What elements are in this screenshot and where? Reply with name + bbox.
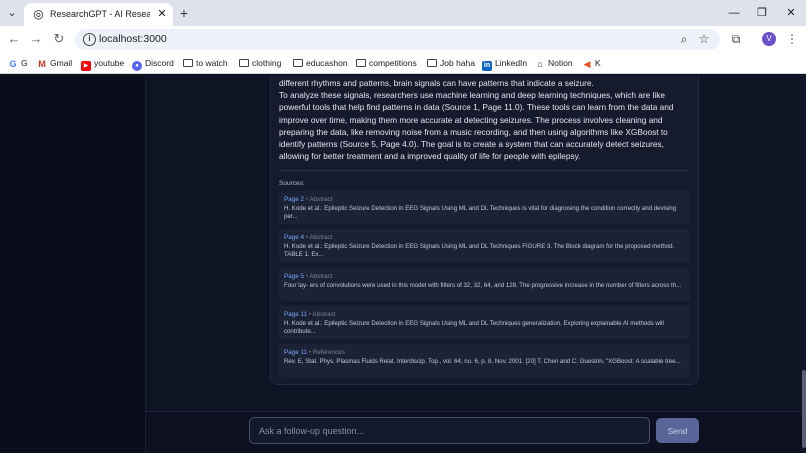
- bookmark-star-icon[interactable]: ☆: [697, 32, 711, 46]
- folder-icon: [183, 59, 193, 67]
- source-meta: Page 11 • References: [284, 349, 345, 356]
- bookmark-folder-clothing[interactable]: clothing: [239, 57, 281, 70]
- bookmark-gmail[interactable]: M Gmail: [37, 57, 72, 70]
- source-page: Page 11: [284, 349, 307, 356]
- answer-paragraph: To analyze these signals, researchers us…: [279, 90, 674, 162]
- send-button[interactable]: Send: [656, 418, 699, 443]
- sidebar: [0, 75, 146, 453]
- source-meta: Page 5 • Abstract: [284, 273, 333, 280]
- answer-text: different rhythms and patterns, brain si…: [279, 77, 689, 162]
- source-section: Abstract: [309, 273, 333, 280]
- folder-icon: [427, 59, 437, 67]
- bookmark-folder-competitions[interactable]: competitions: [356, 57, 417, 70]
- source-section: Abstract: [309, 196, 333, 203]
- source-excerpt: Four lay- ers of convolutions were used …: [284, 282, 682, 289]
- menu-kebab-icon[interactable]: ⋮: [784, 31, 800, 47]
- discord-icon: ●: [132, 61, 142, 71]
- source-page: Page 4: [284, 234, 304, 241]
- forward-icon[interactable]: →: [27, 30, 45, 48]
- minimize-icon[interactable]: —: [725, 4, 743, 22]
- source-excerpt: H. Kode et al.: Epileptic Seizure Detect…: [284, 243, 675, 259]
- zoom-icon[interactable]: ⌕: [677, 32, 691, 46]
- google-icon: G: [9, 59, 17, 69]
- profile-avatar[interactable]: V: [762, 32, 776, 46]
- home-icon: ⌂: [537, 59, 543, 69]
- site-info-icon[interactable]: i: [83, 33, 96, 46]
- bookmark-folder-educashon[interactable]: educashon: [293, 57, 348, 70]
- bookmark-linkedin[interactable]: in LinkedIn: [482, 57, 527, 71]
- back-icon[interactable]: ←: [5, 30, 23, 48]
- new-tab-icon[interactable]: +: [176, 5, 192, 21]
- source-excerpt: H. Kode et al.: Epileptic Seizure Detect…: [284, 205, 677, 221]
- folder-icon: [356, 59, 366, 67]
- source-item[interactable]: Page 5 • Abstract Four lay- ers of convo…: [279, 268, 690, 301]
- bookmark-k[interactable]: ◀ K: [582, 57, 601, 70]
- source-section: Abstract: [312, 311, 336, 318]
- bookmark-notion[interactable]: ⌂ Notion: [535, 57, 572, 70]
- answer-paragraph: different rhythms and patterns, brain si…: [279, 78, 594, 88]
- tab-title: ResearchGPT - AI Research Pap: [50, 9, 150, 19]
- bookmark-google[interactable]: GG: [8, 57, 27, 70]
- reload-icon[interactable]: ↻: [50, 30, 68, 48]
- url-text: localhost:3000: [99, 33, 167, 45]
- browser-tab[interactable]: ◎ ResearchGPT - AI Research Pap ✕: [24, 3, 173, 26]
- restore-icon[interactable]: ❐: [753, 4, 771, 22]
- page-viewport: different rhythms and patterns, brain si…: [0, 75, 806, 453]
- source-excerpt: H. Kode et al.: Epileptic Seizure Detect…: [284, 320, 664, 336]
- close-window-icon[interactable]: ✕: [782, 4, 800, 22]
- bookmark-folder-job-haha[interactable]: Job haha: [427, 57, 475, 70]
- close-tab-icon[interactable]: ✕: [155, 7, 169, 21]
- gmail-icon: M: [38, 59, 46, 69]
- extensions-icon[interactable]: ⧉: [728, 31, 744, 47]
- address-bar[interactable]: i localhost:3000 ⌕ ☆: [75, 29, 720, 50]
- divider: [279, 170, 689, 171]
- k-logo-icon: ◀: [583, 59, 591, 69]
- tab-search-icon[interactable]: ⌄: [4, 5, 20, 21]
- browser-toolbar: ← → ↻ i localhost:3000 ⌕ ☆ ⧉ V ⋮: [0, 26, 806, 53]
- globe-icon: ◎: [33, 7, 44, 21]
- source-meta: Page 11 • Abstract: [284, 311, 336, 318]
- source-meta: Page 2 • Abstract: [284, 196, 333, 203]
- source-item[interactable]: Page 2 • Abstract H. Kode et al.: Epilep…: [279, 191, 690, 224]
- source-page: Page 11: [284, 311, 307, 318]
- linkedin-icon: in: [482, 61, 492, 71]
- source-page: Page 2: [284, 196, 304, 203]
- sources-heading: Sources:: [279, 180, 305, 187]
- source-item[interactable]: Page 11 • Abstract H. Kode et al.: Epile…: [279, 306, 690, 339]
- source-item[interactable]: Page 11 • References Rev. E, Stat. Phys.…: [279, 344, 690, 377]
- source-excerpt: Rev. E, Stat. Phys. Plasmas Fluids Relat…: [284, 358, 681, 365]
- folder-icon: [239, 59, 249, 67]
- browser-titlebar: ⌄ ◎ ResearchGPT - AI Research Pap ✕ + — …: [0, 0, 806, 26]
- folder-icon: [293, 59, 303, 67]
- bookmark-youtube[interactable]: ▶ youtube: [81, 57, 124, 71]
- source-meta: Page 4 • Abstract: [284, 234, 333, 241]
- source-section: Abstract: [309, 234, 333, 241]
- follow-up-input[interactable]: [249, 417, 650, 444]
- youtube-icon: ▶: [81, 61, 91, 71]
- source-item[interactable]: Page 4 • Abstract H. Kode et al.: Epilep…: [279, 229, 690, 262]
- scrollbar-thumb[interactable]: [802, 370, 806, 448]
- source-page: Page 5: [284, 273, 304, 280]
- bookmark-discord[interactable]: ● Discord: [132, 57, 174, 71]
- bookmarks-bar: GG M Gmail ▶ youtube ● Discord to watch clo…: [0, 53, 806, 74]
- source-section: References: [312, 349, 345, 356]
- bookmark-folder-to-watch[interactable]: to watch: [183, 57, 228, 70]
